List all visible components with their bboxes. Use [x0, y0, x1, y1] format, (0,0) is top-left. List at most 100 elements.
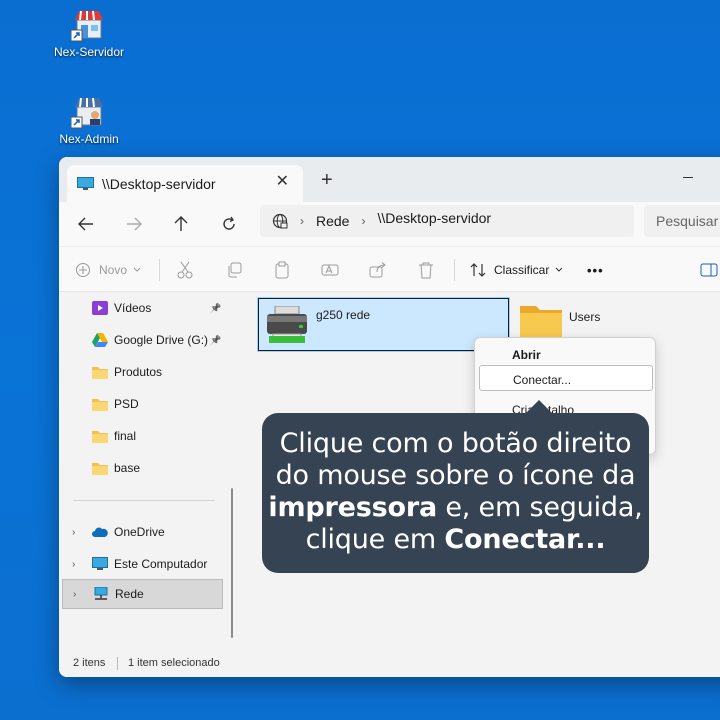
rename-icon: [321, 264, 339, 276]
sidebar-item-label: OneDrive: [114, 525, 165, 539]
more-options-button[interactable]: •••: [587, 260, 604, 280]
copy-button[interactable]: [226, 260, 242, 280]
sidebar-item-label: final: [114, 429, 137, 443]
pin-icon: 📌: [210, 334, 222, 345]
breadcrumb-rede[interactable]: Rede: [316, 213, 349, 229]
status-bar: 2 itens 1 item selecionado: [59, 652, 720, 677]
sidebar-item-produtos[interactable]: Produtos: [59, 357, 234, 387]
network-globe-icon: [272, 213, 288, 229]
close-tab-icon[interactable]: ✕: [276, 174, 289, 190]
chevron-down-icon: [133, 267, 141, 272]
chevron-right-icon: ›: [300, 214, 304, 228]
paste-button[interactable]: [274, 260, 290, 280]
callout-line: Clique com o botão direito: [279, 428, 632, 459]
toolbar-divider: [454, 259, 455, 281]
sidebar-item-base[interactable]: base: [59, 453, 234, 483]
chevron-right-icon[interactable]: ›: [72, 559, 75, 570]
chevron-right-icon[interactable]: ›: [72, 527, 75, 538]
callout-pointer: [525, 400, 553, 414]
sidebar-scrollbar[interactable]: [231, 488, 233, 638]
new-button-label: Novo: [99, 263, 128, 277]
search-input[interactable]: Pesquisar em: [644, 205, 720, 237]
pin-icon: 📌: [210, 302, 222, 313]
folder-icon: [92, 431, 108, 443]
sidebar-item-label: PSD: [114, 397, 139, 411]
rename-button[interactable]: [321, 260, 339, 280]
details-pane-icon: [700, 263, 718, 277]
share-icon: [369, 262, 386, 278]
store-shortcut-icon: [71, 10, 103, 42]
sidebar-item-label: Rede: [115, 587, 144, 601]
desktop-icon-label: Nex-Servidor: [53, 45, 125, 59]
file-item-label: Users: [569, 310, 601, 324]
back-button[interactable]: [72, 211, 100, 237]
refresh-icon: [223, 216, 235, 230]
sidebar-item-psd[interactable]: PSD: [59, 389, 234, 419]
tab-desktop-servidor[interactable]: \\Desktop-servidor ✕: [67, 165, 303, 202]
address-bar[interactable]: › Rede › \\Desktop-servidor: [260, 205, 634, 237]
copy-icon: [228, 262, 242, 278]
plus-circle-icon: [76, 263, 90, 277]
google-drive-icon: [92, 333, 108, 347]
clipboard-icon: [275, 261, 289, 279]
sidebar-item-google-drive[interactable]: Google Drive (G:) 📌: [59, 325, 234, 355]
sidebar-item-label: Este Computador: [114, 557, 208, 571]
arrow-up-icon: [174, 216, 188, 231]
menu-item-conectar[interactable]: Conectar...: [479, 365, 653, 391]
chevron-down-icon: [555, 267, 563, 272]
delete-button[interactable]: [418, 260, 434, 280]
chevron-right-icon[interactable]: ›: [73, 589, 76, 600]
minimize-button[interactable]: [683, 177, 693, 178]
cut-button[interactable]: [177, 260, 193, 280]
file-item-label: g250 rede: [316, 308, 371, 322]
sort-icon: [470, 263, 486, 277]
sidebar-item-rede[interactable]: › Rede: [62, 579, 223, 609]
folder-icon: [92, 463, 108, 475]
store-admin-shortcut-icon: [71, 97, 103, 129]
sidebar-divider: [73, 500, 215, 501]
callout-text: clique em: [305, 524, 445, 555]
forward-button[interactable]: [120, 211, 148, 237]
sidebar-item-videos[interactable]: Vídeos 📌: [59, 293, 234, 323]
desktop-icon-nex-admin[interactable]: Nex-Admin: [49, 95, 129, 146]
folder-icon: [92, 367, 108, 379]
arrow-left-icon: [78, 217, 93, 231]
breadcrumb-desktop-servidor[interactable]: \\Desktop-servidor: [377, 210, 491, 226]
refresh-button[interactable]: [215, 211, 243, 237]
item-count: 2 itens: [73, 657, 106, 669]
scissors-icon: [177, 261, 193, 279]
computer-icon: [77, 176, 94, 190]
sidebar-item-label: Produtos: [114, 365, 163, 379]
tab-title: \\Desktop-servidor: [102, 175, 216, 192]
details-pane-button[interactable]: [700, 260, 718, 280]
printer-icon: [267, 306, 307, 343]
arrow-right-icon: [127, 217, 142, 231]
tab-bar: \\Desktop-servidor ✕ +: [59, 157, 720, 202]
sidebar-item-final[interactable]: final: [59, 421, 234, 451]
sidebar-item-label: base: [114, 461, 141, 475]
command-bar: Novo Classificar •••: [59, 246, 720, 292]
sidebar-item-label: Google Drive (G:): [114, 333, 209, 347]
menu-item-abrir[interactable]: Abrir: [479, 341, 653, 367]
network-icon: [94, 587, 108, 600]
instruction-callout: Clique com o botão direito do mouse sobr…: [262, 413, 649, 573]
desktop-icon-nex-servidor[interactable]: Nex-Servidor: [49, 8, 129, 59]
navigation-bar: › Rede › \\Desktop-servidor Pesquisar em: [59, 202, 720, 246]
cloud-icon: [92, 527, 108, 537]
sidebar-item-onedrive[interactable]: › OneDrive: [59, 517, 234, 547]
new-button[interactable]: Novo: [75, 260, 141, 280]
status-divider: [117, 657, 118, 670]
file-item-g250-rede[interactable]: g250 rede: [257, 297, 510, 352]
new-tab-icon[interactable]: +: [321, 170, 333, 190]
callout-line: impressora e, em seguida,: [262, 492, 649, 524]
sidebar-item-label: Vídeos: [114, 301, 152, 315]
toolbar-divider: [159, 259, 160, 281]
chevron-right-icon: ›: [361, 214, 366, 228]
sidebar-item-este-computador[interactable]: › Este Computador: [59, 549, 234, 579]
sort-button[interactable]: Classificar: [470, 260, 563, 280]
up-button[interactable]: [167, 211, 195, 237]
share-button[interactable]: [369, 260, 387, 280]
callout-line: clique em Conectar...: [262, 524, 649, 556]
trash-icon: [419, 262, 433, 279]
callout-line: do mouse sobre o ícone da: [275, 460, 636, 491]
